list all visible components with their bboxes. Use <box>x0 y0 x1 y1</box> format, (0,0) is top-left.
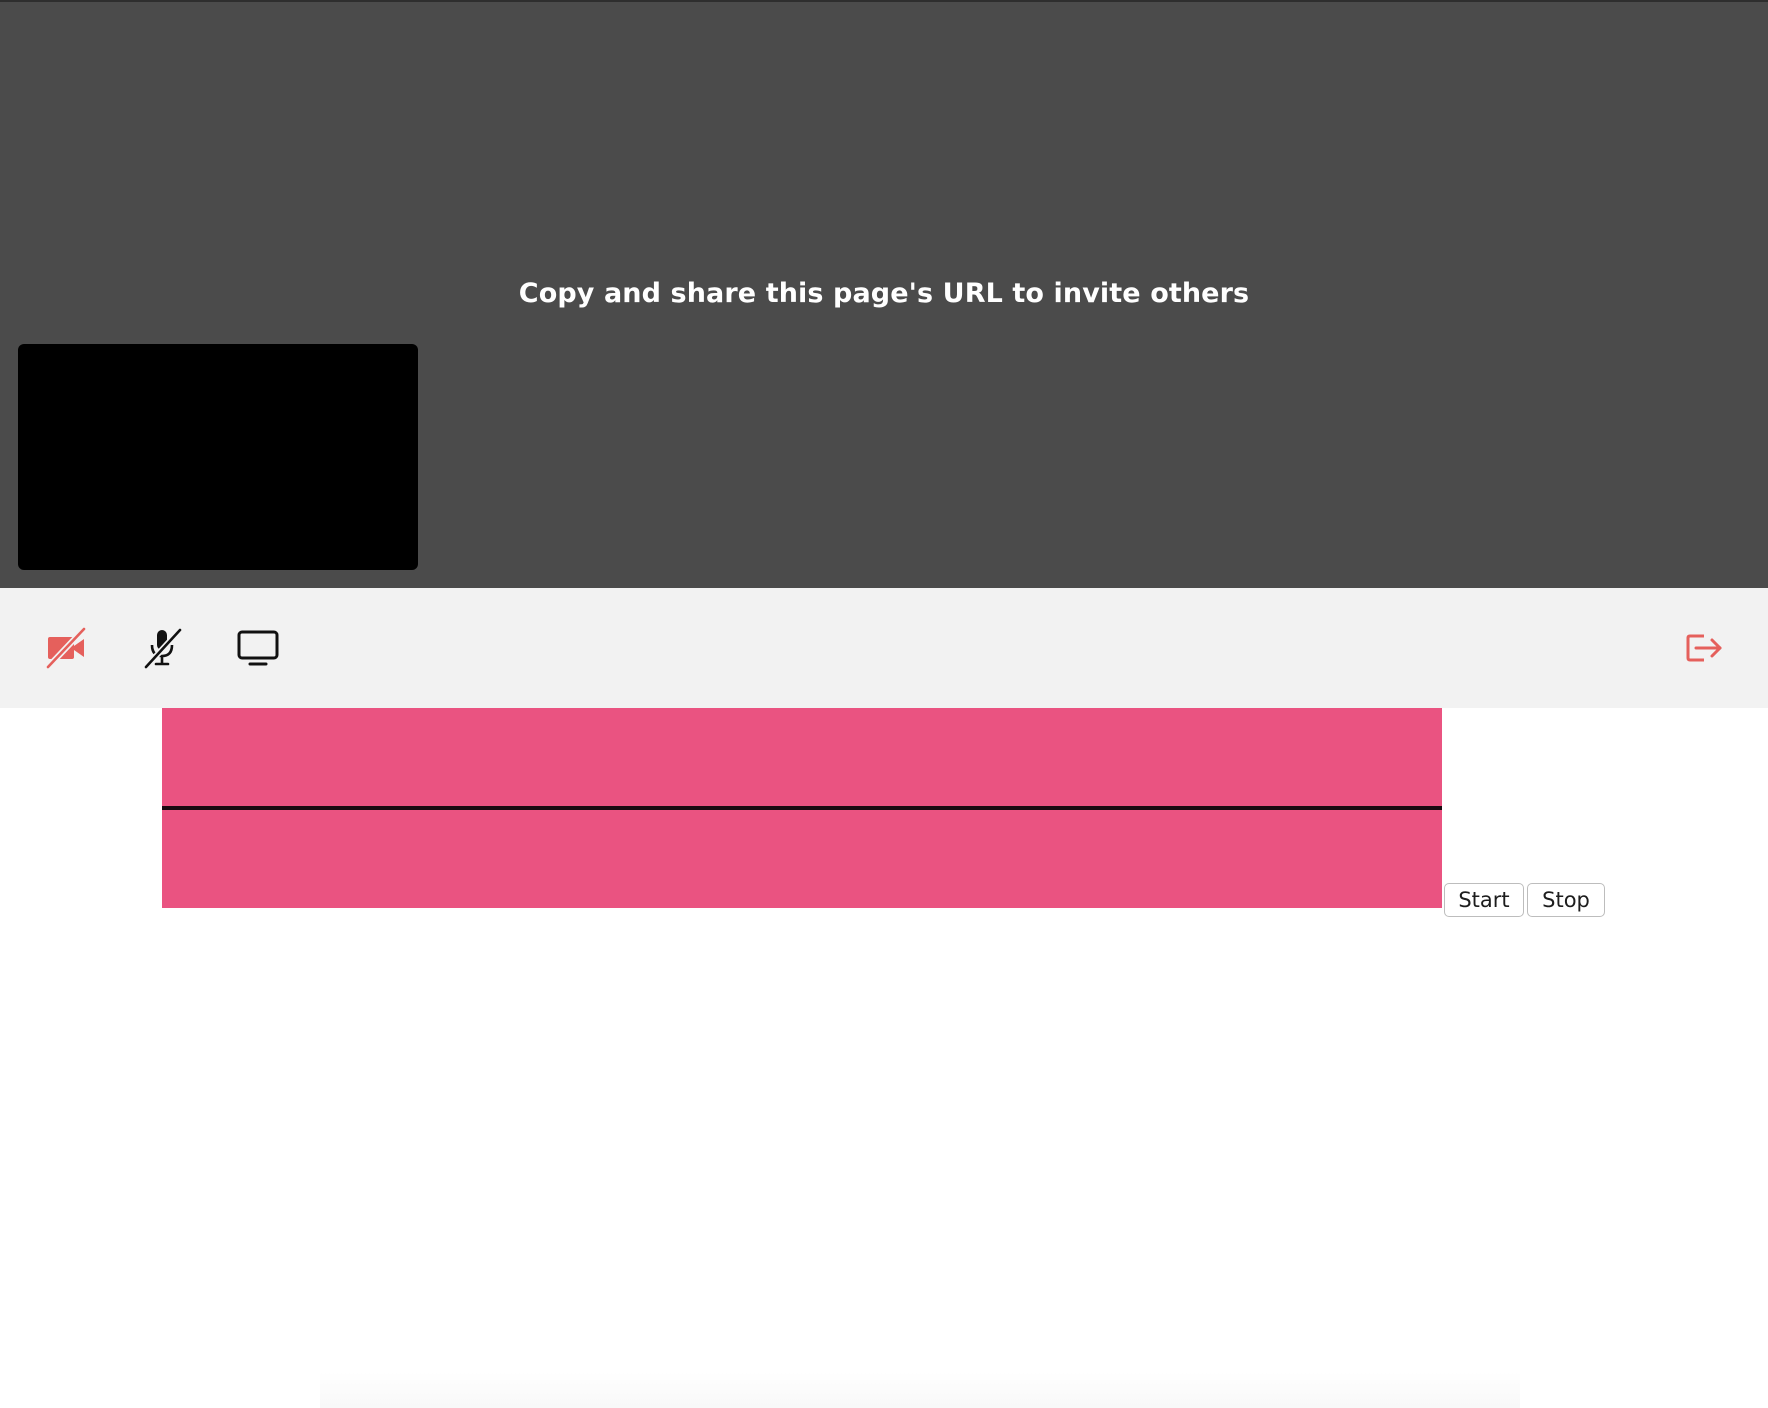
video-stage: Copy and share this page's URL to invite… <box>0 0 1768 588</box>
audio-waveform-visualizer <box>162 708 1442 908</box>
microphone-off-icon <box>140 626 184 670</box>
bottom-shadow <box>320 1372 1520 1408</box>
call-toolbar <box>0 588 1768 708</box>
invite-message: Copy and share this page's URL to invite… <box>518 278 1250 309</box>
local-video-preview <box>18 344 418 570</box>
monitor-icon <box>236 626 280 670</box>
video-off-icon <box>44 626 88 670</box>
start-button[interactable]: Start <box>1444 883 1524 917</box>
share-screen-button[interactable] <box>222 612 294 684</box>
waveform-trace <box>162 806 1442 810</box>
sign-out-icon <box>1682 626 1726 670</box>
stop-button[interactable]: Stop <box>1527 883 1605 917</box>
leave-call-button[interactable] <box>1668 612 1740 684</box>
toggle-microphone-button[interactable] <box>126 612 198 684</box>
toggle-camera-button[interactable] <box>30 612 102 684</box>
